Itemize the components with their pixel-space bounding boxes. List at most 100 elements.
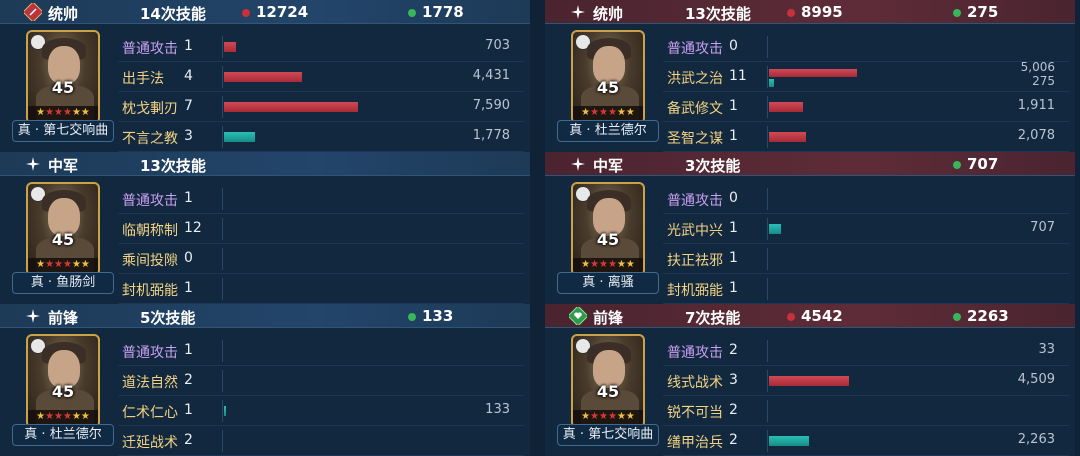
- skill-bar: [769, 376, 849, 386]
- skill-name: 道法自然: [122, 375, 178, 391]
- skill-value: 1,778: [472, 128, 510, 143]
- skill-value: 703: [485, 38, 510, 53]
- skill-row: 枕戈剚刃 7 7,590: [118, 92, 524, 122]
- row-divider: [222, 400, 223, 422]
- skill-times: 1: [184, 38, 193, 54]
- star-rating: ★★★★★★: [28, 258, 98, 272]
- section-header: 统帅 14次技能 12724 1778: [0, 0, 530, 24]
- heal-total: 2263: [967, 307, 1009, 325]
- skill-row: 圣智之谋 1 2,078: [663, 122, 1069, 152]
- skill-row: 乘间投隙 0: [118, 244, 524, 274]
- star-rating: ★★★★★★: [573, 106, 643, 120]
- sparkle-icon: [569, 3, 587, 21]
- row-divider: [767, 126, 768, 148]
- row-divider: [222, 430, 223, 452]
- hero-section-2: 前锋 5次技能 133 45 ★★★★★★ 真 · 杜兰德尔 普通攻击 1 道法自然 2 仁术仁心 1…: [0, 304, 530, 456]
- skill-value: 707: [1030, 220, 1055, 235]
- skill-name: 出手法: [122, 71, 164, 87]
- skill-value: 5,006: [1020, 60, 1055, 74]
- heal-total: 133: [422, 307, 454, 325]
- skill-value: 2,078: [1017, 128, 1055, 143]
- damage-dot-icon: [787, 313, 795, 321]
- skill-times: 2: [729, 342, 738, 358]
- row-divider: [222, 340, 223, 362]
- left-team-panel: 统帅 14次技能 12724 1778 45 ★★★★★★ 真 · 第七交响曲 普通攻击 1 70…: [0, 0, 530, 456]
- skill-bar: [224, 102, 358, 112]
- skill-name: 普通攻击: [667, 345, 723, 361]
- skill-name: 光武中兴: [667, 223, 723, 239]
- skill-bar: [224, 42, 236, 52]
- skill-name: 仁术仁心: [122, 405, 178, 421]
- damage-total: 12724: [256, 3, 309, 21]
- hero-name-plate: 真 · 第七交响曲: [12, 120, 114, 142]
- hero-section-0: 统帅 13次技能 8995 275 45 ★★★★★★ 真 · 杜兰德尔 普通攻击 0 洪武之治 1…: [545, 0, 1075, 152]
- star-rating: ★★★★★★: [28, 410, 98, 424]
- section-body: 45 ★★★★★★ 真 · 鱼肠剑 普通攻击 1 临朝称制 12 乘间投隙 0 封机弼能 1: [0, 176, 530, 304]
- skill-row: 普通攻击 1: [118, 336, 524, 366]
- skill-times: 4: [184, 68, 193, 84]
- hero-name-plate: 真 · 鱼肠剑: [12, 272, 114, 294]
- skill-name: 锐不可当: [667, 405, 723, 421]
- skill-times: 12: [184, 220, 202, 236]
- damage-dot-icon: [787, 9, 795, 17]
- heal-total: 1778: [422, 3, 464, 21]
- hero-section-1: 中军 13次技能 45 ★★★★★★ 真 · 鱼肠剑 普通攻击 1 临朝称制 12 乘间投隙 0 封机…: [0, 152, 530, 304]
- hero-portrait[interactable]: 45 ★★★★★★: [26, 30, 100, 124]
- row-divider: [222, 96, 223, 118]
- row-divider: [767, 248, 768, 270]
- skill-name: 封机弼能: [122, 283, 178, 299]
- right-team-panel: 统帅 13次技能 8995 275 45 ★★★★★★ 真 · 杜兰德尔 普通攻击 0 洪武之治 1…: [545, 0, 1075, 456]
- row-divider: [767, 218, 768, 240]
- role-label: 前锋: [593, 309, 624, 327]
- skill-value: 4,509: [1017, 372, 1055, 387]
- skill-value: 2,263: [1017, 432, 1055, 447]
- role-label: 中军: [48, 157, 79, 175]
- row-divider: [767, 36, 768, 58]
- hero-portrait[interactable]: 45 ★★★★★★: [571, 30, 645, 124]
- skill-times: 0: [184, 250, 193, 266]
- hero-portrait[interactable]: 45 ★★★★★★: [26, 334, 100, 428]
- hero-section-1: 中军 3次技能 707 45 ★★★★★★ 真 · 离骚 普通攻击 0 光武中兴 1 707 扶正祛邪…: [545, 152, 1075, 304]
- skill-count: 13次技能: [685, 5, 751, 23]
- skill-bar: [769, 224, 781, 234]
- skill-times: 0: [729, 38, 738, 54]
- skill-row: 封机弼能 1: [663, 274, 1069, 304]
- skill-row: 普通攻击 0: [663, 32, 1069, 62]
- skill-bar-secondary: [769, 79, 774, 87]
- section-header: 中军 3次技能 707: [545, 152, 1075, 176]
- skill-row: 光武中兴 1 707: [663, 214, 1069, 244]
- hero-portrait[interactable]: 45 ★★★★★★: [571, 182, 645, 276]
- skill-name: 线式战术: [667, 375, 723, 391]
- skill-times: 2: [184, 372, 193, 388]
- commander-badge-icon: [22, 1, 44, 23]
- skill-count: 5次技能: [140, 309, 196, 327]
- hero-level: 45: [51, 230, 75, 249]
- section-body: 45 ★★★★★★ 真 · 第七交响曲 普通攻击 1 703 出手法 4 4,431 枕戈剚刃 7 7…: [0, 24, 530, 152]
- heal-total: 707: [967, 155, 999, 173]
- skill-row: 线式战术 3 4,509: [663, 366, 1069, 396]
- row-divider: [222, 66, 223, 88]
- damage-total: 4542: [801, 307, 843, 325]
- hero-name-plate: 真 · 离骚: [557, 272, 659, 294]
- skill-row: 道法自然 2: [118, 366, 524, 396]
- skill-row: 洪武之治 11 5,006 275: [663, 60, 1069, 92]
- skill-row: 备武修文 1 1,911: [663, 92, 1069, 122]
- hero-portrait[interactable]: 45 ★★★★★★: [571, 334, 645, 428]
- skill-row: 普通攻击 1: [118, 184, 524, 214]
- row-divider: [767, 278, 768, 300]
- role-label: 中军: [593, 157, 624, 175]
- sparkle-icon: [24, 307, 42, 325]
- skill-name: 洪武之治: [667, 71, 723, 87]
- skill-name: 普通攻击: [122, 345, 178, 361]
- role-label: 统帅: [593, 5, 624, 23]
- section-body: 45 ★★★★★★ 真 · 杜兰德尔 普通攻击 1 道法自然 2 仁术仁心 1 133 迁延战术 2: [0, 328, 530, 456]
- section-body: 45 ★★★★★★ 真 · 离骚 普通攻击 0 光武中兴 1 707 扶正祛邪 1 封机弼能 1: [545, 176, 1075, 304]
- skill-row: 锐不可当 2: [663, 396, 1069, 426]
- hero-level: 45: [51, 78, 75, 97]
- hero-portrait[interactable]: 45 ★★★★★★: [26, 182, 100, 276]
- row-divider: [767, 66, 768, 88]
- heal-dot-icon: [953, 161, 961, 169]
- vanguard-heart-badge-icon: [567, 305, 589, 327]
- skill-bar: [769, 102, 803, 112]
- role-label: 统帅: [48, 5, 79, 23]
